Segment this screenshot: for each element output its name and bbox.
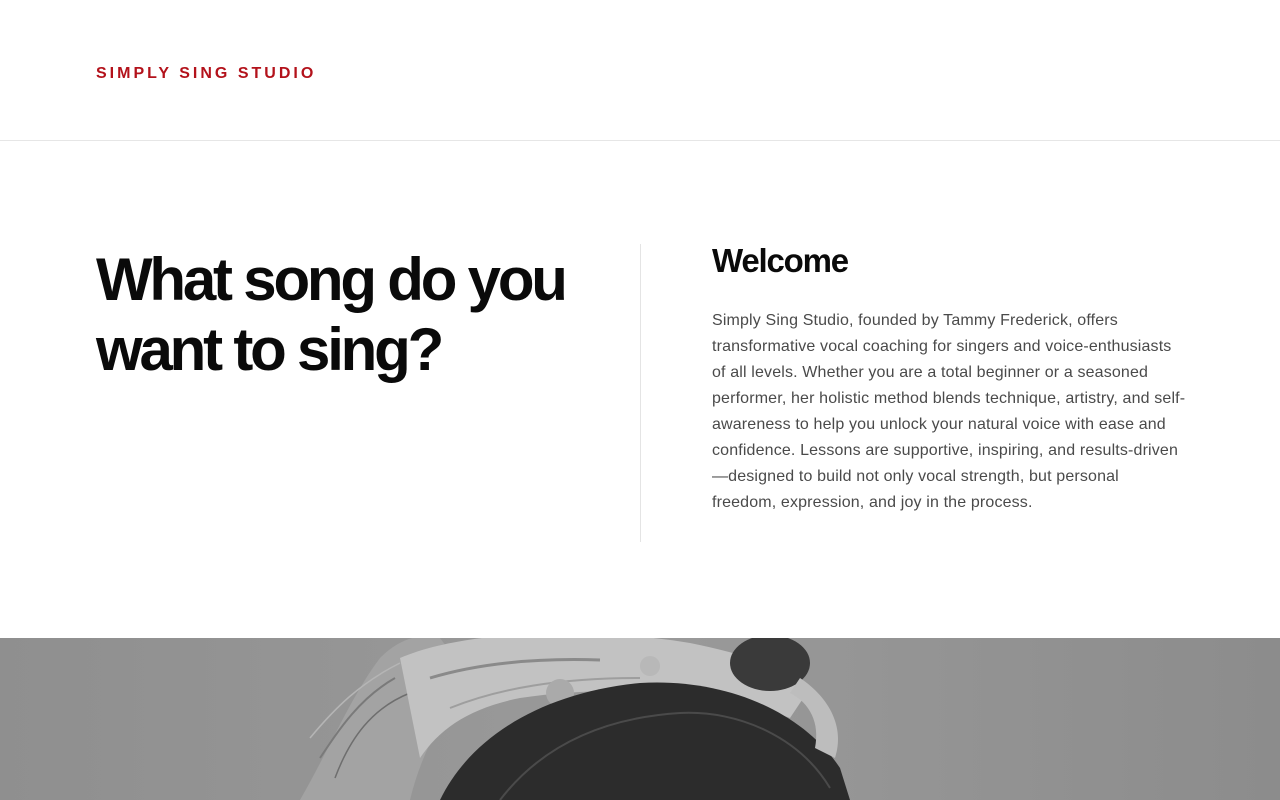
brand-logo-link[interactable]: SIMPLY SING STUDIO: [96, 65, 316, 83]
site-header: SIMPLY SING STUDIO: [0, 0, 1280, 141]
welcome-paragraph: Simply Sing Studio, founded by Tammy Fre…: [712, 312, 1186, 511]
hero-section: What song do you want to sing? Welcome S…: [0, 141, 1280, 638]
hero-headline: What song do you want to sing?: [96, 246, 568, 383]
welcome-heading: Welcome: [712, 242, 849, 279]
vertical-divider: [640, 244, 641, 542]
hero-photo: [0, 638, 1280, 800]
portrait-photo-icon: [0, 638, 1280, 800]
